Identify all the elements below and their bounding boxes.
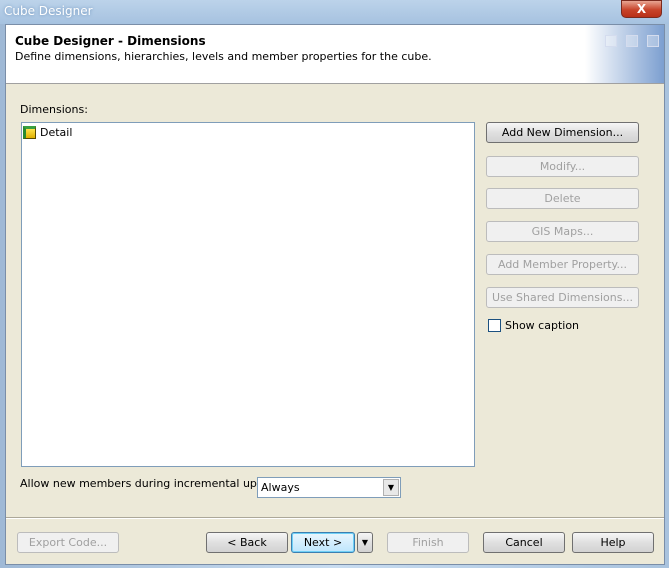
chevron-down-icon[interactable]: ▼ — [383, 479, 399, 496]
show-caption-label: Show caption — [505, 319, 580, 332]
decor-square-icon — [626, 35, 638, 47]
divider — [6, 517, 664, 519]
list-item-label: Detail — [40, 125, 73, 139]
cancel-button[interactable]: Cancel — [483, 532, 565, 553]
title-bar: Cube Designer X — [0, 0, 669, 24]
chevron-down-icon: ▼ — [361, 538, 369, 547]
help-button[interactable]: Help — [572, 532, 654, 553]
checkbox-box[interactable] — [488, 319, 501, 332]
cube-icon — [23, 125, 36, 139]
dimensions-label: Dimensions: — [20, 103, 88, 116]
page-title: Cube Designer - Dimensions — [15, 34, 206, 48]
show-caption-checkbox[interactable]: Show caption — [488, 319, 579, 332]
dimensions-list[interactable]: Detail — [21, 122, 475, 467]
wizard-header: Cube Designer - Dimensions Define dimens… — [6, 25, 664, 84]
export-code-button[interactable]: Export Code... — [17, 532, 119, 553]
page-subtitle: Define dimensions, hierarchies, levels a… — [15, 50, 432, 63]
delete-button[interactable]: Delete — [486, 188, 639, 209]
incremental-update-label: Allow new members during incremental upd… — [20, 477, 286, 490]
dialog: Cube Designer - Dimensions Define dimens… — [5, 24, 665, 565]
modify-button[interactable]: Modify... — [486, 156, 639, 177]
list-item[interactable]: Detail — [23, 124, 72, 140]
window-title: Cube Designer — [4, 4, 93, 18]
incremental-update-select[interactable]: Always ▼ — [257, 477, 401, 498]
close-button[interactable]: X — [621, 0, 662, 18]
add-new-dimension-button[interactable]: Add New Dimension... — [486, 122, 639, 143]
gis-maps-button[interactable]: GIS Maps... — [486, 221, 639, 242]
finish-button[interactable]: Finish — [387, 532, 469, 553]
back-button[interactable]: < Back — [206, 532, 288, 553]
next-dropdown-button[interactable]: ▼ — [357, 532, 373, 553]
decor-square-icon — [647, 35, 659, 47]
select-value: Always — [261, 481, 300, 494]
add-member-property-button[interactable]: Add Member Property... — [486, 254, 639, 275]
decor-square-icon — [605, 35, 617, 47]
next-button[interactable]: Next > — [291, 532, 355, 553]
use-shared-dimensions-button[interactable]: Use Shared Dimensions... — [486, 287, 639, 308]
